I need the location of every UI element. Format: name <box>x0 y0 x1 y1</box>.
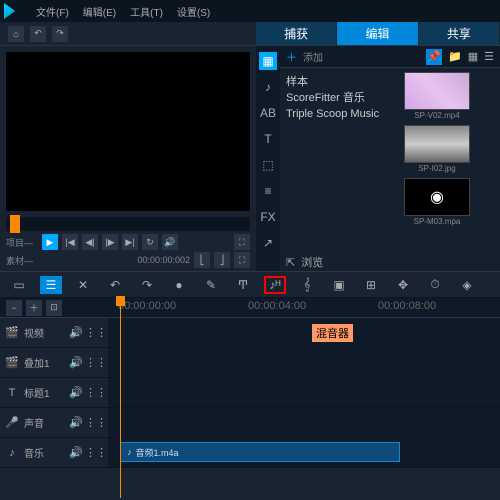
menu-file[interactable]: 文件(F) <box>30 2 75 21</box>
menu-tools[interactable]: 工具(T) <box>124 2 169 21</box>
fit-icon[interactable]: ⊡ <box>46 300 62 316</box>
path-icon[interactable]: ↗ <box>259 234 277 252</box>
grid-view-icon[interactable]: ▦ <box>468 50 478 63</box>
browse-label[interactable]: 浏览 <box>301 254 323 270</box>
overlay-track-icon[interactable]: 🎬 <box>4 355 20 371</box>
list-view-icon[interactable]: ☰ <box>484 50 494 63</box>
lock-icon[interactable]: ⋮⋮ <box>88 385 104 401</box>
mark-out-button[interactable]: ⎦ <box>214 252 230 268</box>
mute-icon[interactable]: 🔊 <box>68 415 84 431</box>
lock-icon[interactable]: ⋮⋮ <box>88 445 104 461</box>
step-back-button[interactable]: ◀| <box>82 234 98 250</box>
pen-icon[interactable]: ✎ <box>200 276 222 294</box>
3d-icon[interactable]: ◈ <box>456 276 478 294</box>
thumb-item[interactable]: SP-M03.mpa <box>404 178 470 227</box>
material-label: 素材— <box>6 254 38 267</box>
thumb-item[interactable]: SP-V02.mp4 <box>404 72 470 121</box>
mute-icon[interactable]: 🔊 <box>68 355 84 371</box>
prev-button[interactable]: |◀ <box>62 234 78 250</box>
mute-icon[interactable]: 🔊 <box>68 325 84 341</box>
lib-item[interactable]: 样本 <box>286 74 394 90</box>
video-track-icon[interactable]: 🎬 <box>4 325 20 341</box>
play-button[interactable]: ▶ <box>42 234 58 250</box>
tools-icon[interactable]: ✕ <box>72 276 94 294</box>
media-icon[interactable]: ▦ <box>259 52 277 70</box>
home-icon[interactable]: ⌂ <box>8 26 24 42</box>
export-icon[interactable]: ⇱ <box>286 256 295 269</box>
record-icon[interactable]: ● <box>168 276 190 294</box>
title-icon[interactable]: T <box>259 130 277 148</box>
track-lane[interactable] <box>108 318 500 347</box>
mute-icon[interactable]: 🔊 <box>68 385 84 401</box>
lib-item[interactable]: ScoreFitter 音乐 <box>286 90 394 106</box>
pin-icon[interactable]: 📌 <box>426 49 442 65</box>
menu-settings[interactable]: 设置(S) <box>171 2 216 21</box>
lock-icon[interactable]: ⋮⋮ <box>88 325 104 341</box>
mark-in-button[interactable]: ⎣ <box>194 252 210 268</box>
track-lane[interactable] <box>108 378 500 407</box>
track-lane[interactable]: 音频1.m4a <box>108 438 500 467</box>
speed-icon[interactable]: ⏱ <box>424 276 446 294</box>
mixer-callout: 混音器 <box>312 324 353 342</box>
step-fwd-button[interactable]: |▶ <box>102 234 118 250</box>
loop-button[interactable]: ↻ <box>142 234 158 250</box>
pan-icon[interactable]: ✥ <box>392 276 414 294</box>
graphic-icon[interactable]: ⬚ <box>259 156 277 174</box>
timecode: 00:00:00:002 <box>137 255 190 265</box>
voice-track-icon[interactable]: 🎤 <box>4 415 20 431</box>
multicam-icon[interactable]: ⊞ <box>360 276 382 294</box>
music-track-icon[interactable]: ♪ <box>4 445 20 461</box>
lock-icon[interactable]: ⋮⋮ <box>88 415 104 431</box>
preview-panel: 项目— ▶ |◀ ◀| |▶ ▶| ↻ 🔊 ⛶ 素材— 00:00:00:002… <box>0 46 256 271</box>
mixer-button[interactable]: ♪ᴴ <box>264 276 286 294</box>
track-label: 视频 <box>24 325 64 340</box>
tab-edit[interactable]: 编辑 <box>337 22 418 45</box>
fx-icon[interactable]: FX <box>259 208 277 226</box>
time-ruler[interactable]: 00:00:00:00 00:00:04:00 00:00:08:00 <box>108 298 500 317</box>
folder-icon[interactable]: 📁 <box>448 50 462 63</box>
zoom-in-button[interactable]: ＋ <box>26 300 42 316</box>
menu-edit[interactable]: 编辑(E) <box>77 2 122 21</box>
timeline-icon[interactable]: ☰ <box>40 276 62 294</box>
undo-icon[interactable]: ↶ <box>30 26 46 42</box>
lib-item[interactable]: Triple Scoop Music <box>286 106 394 122</box>
redo-icon[interactable]: ↷ <box>52 26 68 42</box>
next-button[interactable]: ▶| <box>122 234 138 250</box>
audio-clip[interactable]: 音频1.m4a <box>120 442 400 462</box>
motion-icon[interactable]: ▣ <box>328 276 350 294</box>
track-label: 声音 <box>24 415 64 430</box>
project-label: 项目— <box>6 236 38 249</box>
zoom-out-button[interactable]: − <box>6 300 22 316</box>
scrub-bar[interactable] <box>6 217 250 231</box>
undo-icon[interactable]: ↶ <box>104 276 126 294</box>
auto-music-icon[interactable]: 𝄞 <box>296 276 318 294</box>
track-lane[interactable] <box>108 348 500 377</box>
fullscreen-button[interactable]: ⛶ <box>234 252 250 268</box>
add-label[interactable]: 添加 <box>303 49 323 64</box>
filter-icon[interactable]: ≡ <box>259 182 277 200</box>
mute-icon[interactable]: 🔊 <box>68 445 84 461</box>
sound-icon[interactable]: ♪ <box>259 78 277 96</box>
app-logo <box>4 3 20 19</box>
tab-share[interactable]: 共享 <box>419 22 500 45</box>
track-label: 音乐 <box>24 445 64 460</box>
text-icon[interactable]: Ͳ <box>232 276 254 294</box>
track-label: 叠加1 <box>24 355 64 370</box>
expand-icon[interactable]: ⛶ <box>234 234 250 250</box>
video-preview[interactable] <box>6 52 250 211</box>
scrub-handle[interactable] <box>10 215 20 233</box>
playhead[interactable] <box>120 298 121 498</box>
track-label: 标题1 <box>24 385 64 400</box>
add-icon[interactable]: ＋ <box>286 49 297 65</box>
volume-button[interactable]: 🔊 <box>162 234 178 250</box>
redo-icon[interactable]: ↷ <box>136 276 158 294</box>
thumb-item[interactable]: SP-I02.jpg <box>404 125 470 174</box>
library-list[interactable]: 样本 ScoreFitter 音乐 Triple Scoop Music <box>280 68 400 253</box>
lock-icon[interactable]: ⋮⋮ <box>88 355 104 371</box>
title-track-icon[interactable]: T <box>4 385 20 401</box>
tab-capture[interactable]: 捕获 <box>256 22 337 45</box>
transition-icon[interactable]: AB <box>259 104 277 122</box>
track-lane[interactable] <box>108 408 500 437</box>
storyboard-icon[interactable]: ▭ <box>8 276 30 294</box>
